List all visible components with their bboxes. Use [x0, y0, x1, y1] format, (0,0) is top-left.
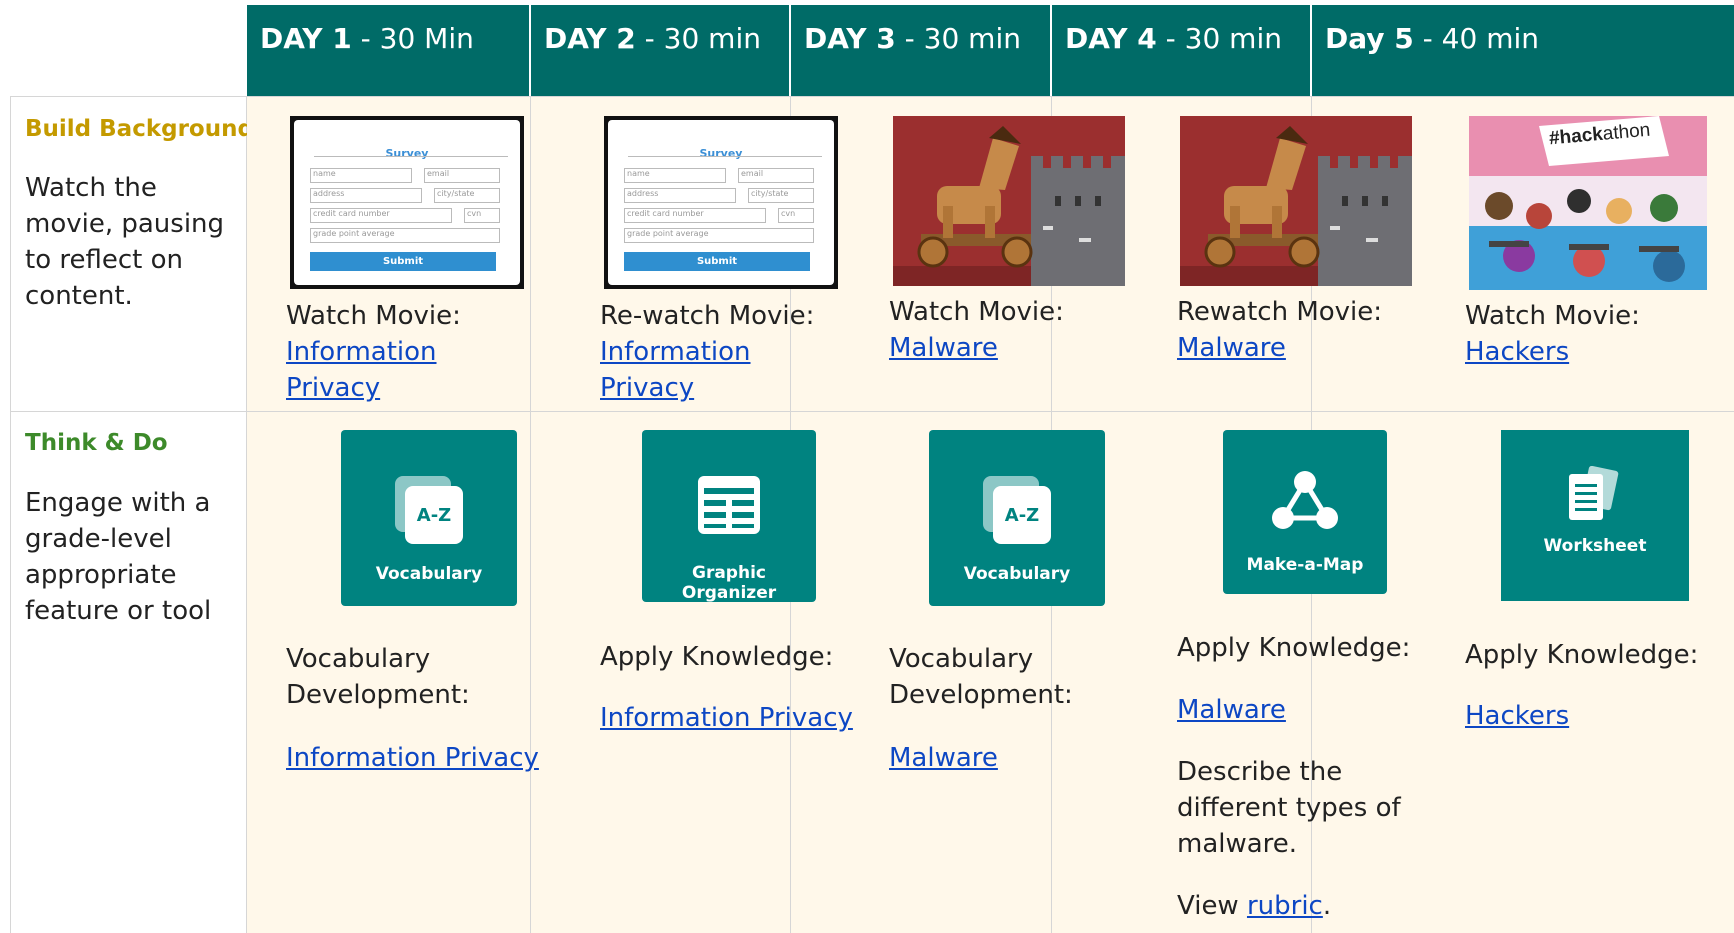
- day-header-3: DAY 3 - 30 min: [791, 5, 1050, 96]
- field-address: address: [624, 188, 736, 203]
- cell-text-day3-build: Watch Movie: Malware: [889, 294, 1129, 366]
- link-malware[interactable]: Malware: [889, 330, 1129, 366]
- link-information-privacy[interactable]: Information Privacy: [600, 700, 853, 736]
- field-address: address: [310, 188, 422, 203]
- prefix-text: Re-watch Movie:: [600, 301, 815, 331]
- survey-title: Survey: [699, 147, 743, 160]
- link-information-privacy[interactable]: Information Privacy: [600, 334, 840, 406]
- field-cvn: cvn: [464, 208, 500, 223]
- worksheet-tool-button[interactable]: Worksheet: [1501, 430, 1689, 601]
- prefix-text: Vocabulary Development:: [286, 644, 470, 710]
- link-malware[interactable]: Malware: [889, 740, 998, 776]
- row-description-think-and-do: Engage with a grade-level appropriate fe…: [25, 488, 212, 626]
- day-header-1: DAY 1 - 30 Min: [247, 5, 529, 96]
- link-hackers[interactable]: Hackers: [1465, 334, 1715, 370]
- survey-form-thumbnail[interactable]: Survey name email address city/state cre…: [604, 116, 838, 289]
- vocabulary-tool-button[interactable]: A-Z Vocabulary: [929, 430, 1105, 606]
- field-name: name: [310, 168, 412, 183]
- tool-label: Vocabulary: [375, 564, 483, 584]
- document-icon: [1569, 466, 1619, 520]
- link-malware[interactable]: Malware: [1177, 692, 1286, 728]
- field-city: city/state: [434, 188, 500, 203]
- cell-text-day5-think: Apply Knowledge:: [1465, 640, 1699, 670]
- cell-description-malware-types: Describe the different types of malware.: [1177, 757, 1401, 859]
- day-header-2: DAY 2 - 30 min: [531, 5, 789, 96]
- svg-text:A-Z: A-Z: [417, 505, 451, 526]
- trojan-horse-thumbnail[interactable]: [1180, 116, 1412, 286]
- tool-label: Graphic Organizer: [681, 563, 777, 603]
- field-gpa: grade point average: [310, 228, 500, 243]
- submit-button-image: Submit: [310, 252, 496, 271]
- field-city: city/state: [748, 188, 814, 203]
- cell-text-day2-think: Apply Knowledge:: [600, 642, 834, 672]
- field-name: name: [624, 168, 726, 183]
- make-a-map-tool-button[interactable]: Make-a-Map: [1223, 430, 1387, 594]
- prefix-text: Rewatch Movie:: [1177, 297, 1383, 327]
- cell-text-day4-build: Rewatch Movie: Malware: [1177, 294, 1417, 366]
- cell-text-day1-think: Vocabulary Development:: [286, 641, 526, 713]
- view-rubric-text: View rubric.: [1177, 891, 1332, 921]
- survey-title: Survey: [385, 147, 429, 160]
- cell-text-day5-build: Watch Movie: Hackers: [1465, 298, 1715, 370]
- field-gpa: grade point average: [624, 228, 814, 243]
- field-email: email: [424, 168, 500, 183]
- row-description-build-background: Watch the movie, pausing to reflect on c…: [25, 173, 225, 311]
- tool-label: Make-a-Map: [1246, 555, 1364, 575]
- field-email: email: [738, 168, 814, 183]
- link-rubric[interactable]: rubric: [1247, 891, 1323, 921]
- row-title-think-and-do: Think & Do: [25, 430, 168, 456]
- cell-text-day1-build: Watch Movie: Information Privacy: [286, 298, 526, 406]
- prefix-text: Watch Movie:: [1465, 301, 1640, 331]
- svg-text:A-Z: A-Z: [1005, 505, 1039, 526]
- table-icon: [698, 476, 760, 534]
- day-header-4: DAY 4 - 30 min: [1052, 5, 1310, 96]
- field-cc: credit card number: [624, 208, 766, 223]
- submit-button-image: Submit: [624, 252, 810, 271]
- field-cc: credit card number: [310, 208, 452, 223]
- cell-text-day2-build: Re-watch Movie: Information Privacy: [600, 298, 840, 406]
- survey-form-thumbnail[interactable]: Survey name email address city/state cre…: [290, 116, 524, 289]
- trojan-horse-thumbnail[interactable]: [893, 116, 1125, 286]
- cell-text-day4-think: Apply Knowledge:: [1177, 633, 1411, 663]
- link-information-privacy[interactable]: Information Privacy: [286, 334, 526, 406]
- prefix-text: Watch Movie:: [286, 301, 461, 331]
- az-cards-icon: A-Z: [983, 476, 1051, 544]
- link-information-privacy[interactable]: Information Privacy: [286, 740, 539, 776]
- tool-label: Worksheet: [1543, 536, 1647, 556]
- link-malware[interactable]: Malware: [1177, 330, 1417, 366]
- graphic-organizer-tool-button[interactable]: Graphic Organizer: [642, 430, 816, 603]
- network-icon: [1272, 471, 1338, 529]
- hackathon-thumbnail[interactable]: #hackathon: [1469, 116, 1707, 290]
- prefix-text: Watch Movie:: [889, 297, 1064, 327]
- field-cvn: cvn: [778, 208, 814, 223]
- cell-text-day3-think: Vocabulary Development:: [889, 644, 1073, 710]
- tool-label: Vocabulary: [963, 564, 1071, 584]
- grid-line: [10, 96, 11, 933]
- az-cards-icon: A-Z: [395, 476, 463, 544]
- vocabulary-tool-button[interactable]: A-Z Vocabulary: [341, 430, 517, 606]
- link-hackers[interactable]: Hackers: [1465, 698, 1569, 734]
- row-title-build-background: Build Background: [25, 116, 254, 142]
- day-header-5: Day 5 - 40 min: [1312, 5, 1734, 96]
